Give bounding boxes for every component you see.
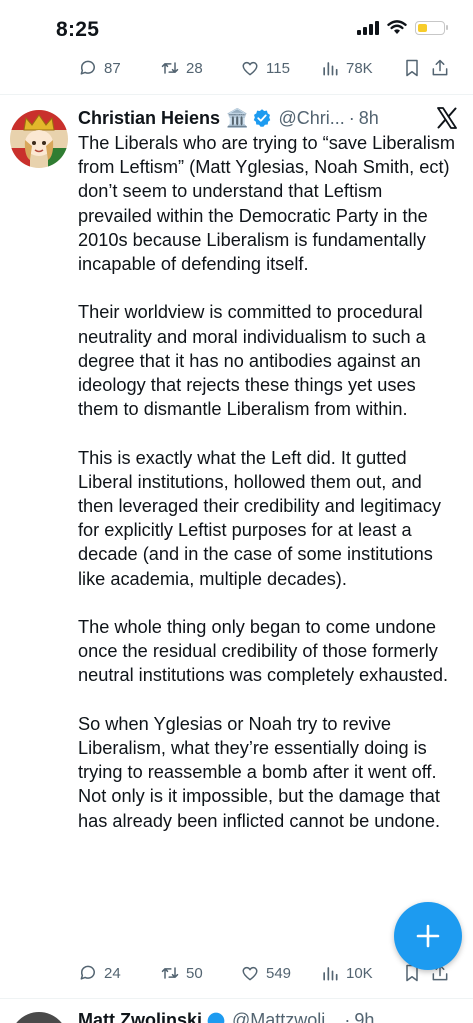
tweet-paragraph: The Liberals who are trying to “save Lib… xyxy=(78,133,456,275)
views-count: 78K xyxy=(346,59,373,77)
tweet-paragraph: Their worldview is committed to procedur… xyxy=(78,302,426,420)
views-button[interactable]: 10K xyxy=(320,963,373,983)
tweet-paragraph: This is exactly what the Left did. It gu… xyxy=(78,447,441,589)
like-count: 115 xyxy=(266,59,290,77)
verified-badge-icon xyxy=(254,109,271,127)
like-button[interactable]: 549 xyxy=(240,963,291,983)
retweet-icon xyxy=(161,62,179,74)
share-icon[interactable] xyxy=(430,58,450,78)
tweet-header: Christian Heiens 🏛️ @Chri... · 8h xyxy=(78,104,463,132)
status-time: 8:25 xyxy=(56,18,100,41)
views-chart-icon xyxy=(323,62,338,76)
reply-button[interactable]: 24 xyxy=(78,963,121,983)
tweet-divider xyxy=(0,998,473,999)
reply-icon xyxy=(80,965,95,980)
reply-count: 87 xyxy=(104,59,121,77)
tweet-header: Matt Zwolinski @Mattzwoli... · 9h xyxy=(78,1010,374,1023)
emoji-badge: 🏛️ xyxy=(226,107,249,128)
tweet-time[interactable]: 8h xyxy=(359,108,379,129)
views-count: 10K xyxy=(346,964,373,982)
grok-x-icon[interactable] xyxy=(435,106,459,130)
retweet-icon xyxy=(161,967,179,979)
wifi-icon xyxy=(387,20,407,34)
like-button[interactable]: 115 xyxy=(240,58,290,78)
battery-icon xyxy=(415,20,448,35)
avatar-image xyxy=(10,110,68,168)
retweet-button[interactable]: 28 xyxy=(160,58,203,78)
bookmark-icon[interactable] xyxy=(402,58,422,78)
author-handle[interactable]: @Mattzwoli... xyxy=(232,1010,340,1023)
retweet-count: 50 xyxy=(186,964,203,982)
tweet-actions: 24 50 549 10K xyxy=(78,960,450,986)
tweet-divider xyxy=(0,94,473,95)
plus-icon xyxy=(416,924,440,948)
tweet-paragraph: So when Yglesias or Noah try to revive L… xyxy=(78,713,441,831)
tweet-paragraph: The whole thing only began to come undon… xyxy=(78,617,449,686)
retweet-button[interactable]: 50 xyxy=(160,963,203,983)
status-icons xyxy=(357,20,448,35)
reply-count: 24 xyxy=(104,964,121,982)
reply-icon xyxy=(80,60,95,75)
views-button[interactable]: 78K xyxy=(320,58,373,78)
dot-separator: · xyxy=(344,1010,351,1023)
like-count: 549 xyxy=(266,964,292,982)
verified-badge-icon xyxy=(207,1012,225,1023)
tweet-text: The Liberals who are trying to “save Lib… xyxy=(78,131,460,857)
reply-button[interactable]: 87 xyxy=(78,58,121,78)
compose-button[interactable] xyxy=(394,902,462,970)
dot-separator: · xyxy=(348,107,355,128)
author-name[interactable]: Christian Heiens xyxy=(78,108,220,129)
heart-icon xyxy=(242,966,258,981)
tweet-time[interactable]: 9h xyxy=(354,1010,374,1023)
author-handle[interactable]: @Chri... xyxy=(278,108,344,129)
cellular-signal-icon xyxy=(357,20,379,35)
author-name[interactable]: Matt Zwolinski xyxy=(78,1010,202,1023)
views-chart-icon xyxy=(323,967,338,981)
retweet-count: 28 xyxy=(186,59,203,77)
status-bar: 8:25 xyxy=(0,0,473,56)
prev-tweet-actions: 87 28 115 78K xyxy=(78,55,450,81)
avatar[interactable] xyxy=(10,110,68,168)
heart-icon xyxy=(242,61,258,76)
avatar[interactable] xyxy=(10,1012,68,1023)
next-tweet[interactable]: Matt Zwolinski @Mattzwoli... · 9h xyxy=(0,1004,473,1023)
